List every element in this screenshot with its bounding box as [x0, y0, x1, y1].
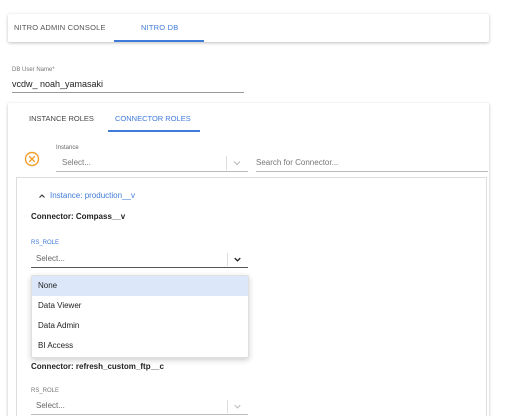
rs-role-label: RS_ROLE: [31, 240, 60, 246]
rs-role-select[interactable]: Select...: [31, 398, 248, 415]
chevron-down-icon[interactable]: [232, 254, 243, 265]
tab-nitro-admin-console[interactable]: NITRO ADMIN CONSOLE: [14, 14, 106, 42]
rs-role-placeholder: Select...: [36, 401, 65, 410]
active-subtab-indicator: [108, 130, 200, 132]
tab-nitro-db[interactable]: NITRO DB: [141, 14, 178, 42]
chevron-down-icon[interactable]: [232, 401, 243, 412]
menu-item-none[interactable]: None: [32, 276, 248, 296]
instance-select[interactable]: Select...: [56, 154, 248, 172]
chevron-up-icon: [39, 193, 45, 198]
connector-search-input[interactable]: [256, 154, 488, 172]
tab-connector-roles[interactable]: CONNECTOR ROLES: [115, 114, 191, 123]
db-user-name-underline: [12, 92, 244, 93]
tab-instance-roles[interactable]: INSTANCE ROLES: [29, 114, 94, 123]
instance-select-placeholder: Select...: [62, 158, 91, 167]
clear-filter-icon[interactable]: [24, 151, 40, 167]
select-separator: [226, 156, 227, 170]
select-separator: [227, 253, 228, 266]
select-separator: [227, 400, 228, 413]
rs-role-select[interactable]: Select...: [31, 251, 248, 268]
instance-group-toggle[interactable]: Instance: production__v: [38, 191, 135, 200]
active-tab-indicator: [114, 40, 204, 42]
menu-item-bi-access[interactable]: BI Access: [32, 336, 248, 356]
menu-item-data-admin[interactable]: Data Admin: [32, 316, 248, 336]
rs-role-placeholder: Select...: [36, 254, 65, 263]
rs-role-dropdown-menu: None Data Viewer Data Admin BI Access: [31, 275, 249, 358]
instance-filter-label: Instance: [56, 145, 79, 151]
top-nav-bar: NITRO ADMIN CONSOLE NITRO DB: [8, 14, 489, 42]
chevron-down-icon[interactable]: [231, 157, 243, 169]
connector-title: Connector: Compass__v: [31, 212, 126, 221]
db-user-name-field[interactable]: vcdw_ noah_yamasaki: [12, 79, 103, 89]
connector-title: Connector: refresh_custom_ftp__c: [31, 362, 164, 371]
rs-role-label: RS_ROLE: [31, 388, 60, 394]
instance-group-label: Instance: production__v: [50, 191, 135, 200]
db-user-name-label: DB User Name*: [12, 67, 55, 73]
menu-item-data-viewer[interactable]: Data Viewer: [32, 296, 248, 316]
